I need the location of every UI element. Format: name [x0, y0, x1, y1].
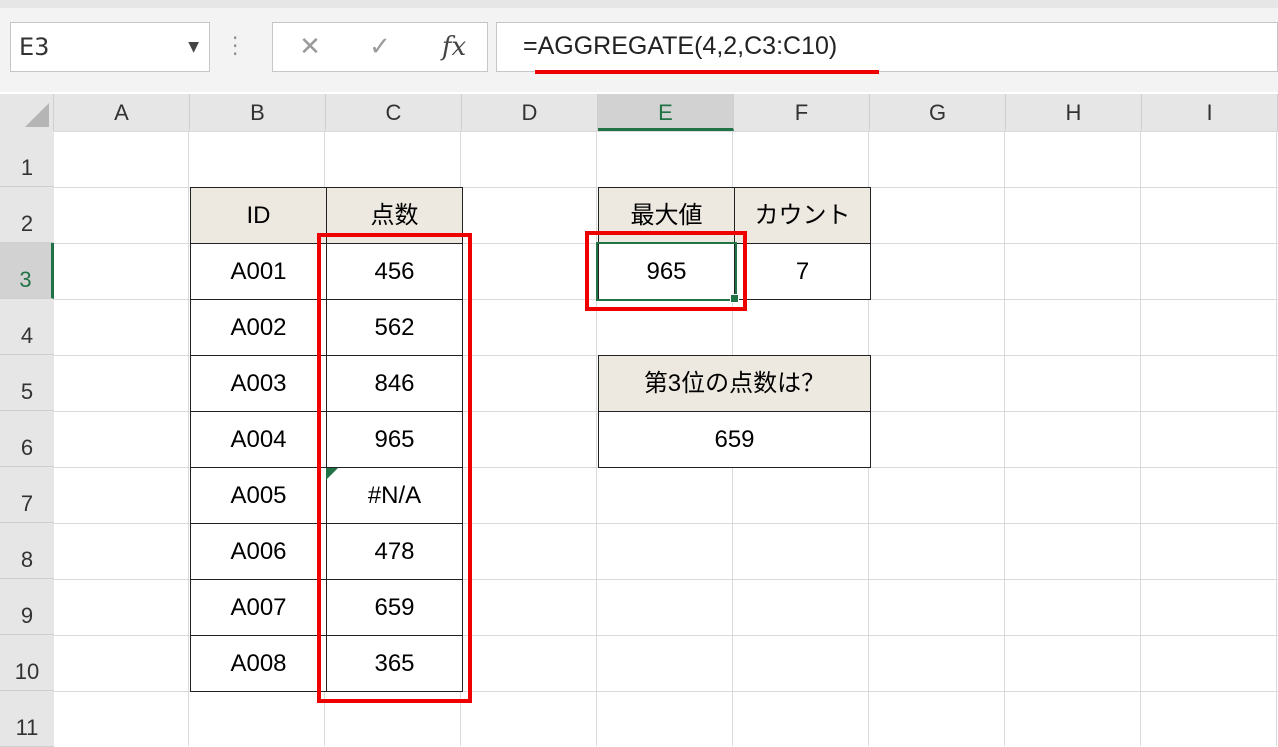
column-header-d[interactable]: D — [462, 94, 598, 131]
row-header-6[interactable]: 6 — [0, 411, 54, 467]
rank3-value-cell[interactable]: 659 — [598, 411, 871, 468]
column-header-a[interactable]: A — [54, 94, 190, 131]
select-all-triangle-icon — [25, 103, 49, 127]
formula-underline-highlight — [535, 70, 879, 74]
fill-handle[interactable] — [730, 294, 739, 303]
scores-highlight-box — [317, 233, 472, 703]
title-strip — [0, 0, 1278, 8]
column-header-h[interactable]: H — [1006, 94, 1142, 131]
id-cell[interactable]: A004 — [190, 411, 327, 468]
formula-input[interactable]: =AGGREGATE(4,2,C3:C10) — [496, 22, 1278, 72]
id-cell[interactable]: A007 — [190, 579, 327, 636]
count-value-cell[interactable]: 7 — [734, 243, 871, 300]
id-cell[interactable]: A001 — [190, 243, 327, 300]
name-box-value: E3 — [19, 33, 50, 61]
rank3-header-cell[interactable]: 第3位の点数は？ — [598, 355, 871, 412]
row-header-8[interactable]: 8 — [0, 523, 54, 579]
insert-function-button[interactable]: fx — [429, 23, 479, 71]
column-header-b[interactable]: B — [190, 94, 326, 131]
select-all-button[interactable] — [0, 94, 54, 131]
row-header-10[interactable]: 10 — [0, 635, 54, 691]
active-cell-selection[interactable] — [596, 242, 737, 301]
row-header-2[interactable]: 2 — [0, 187, 54, 243]
column-header-e[interactable]: E — [598, 94, 734, 131]
row-header-4[interactable]: 4 — [0, 299, 54, 355]
error-indicator-icon[interactable] — [326, 468, 338, 480]
header-id-cell[interactable]: ID — [190, 187, 327, 244]
formula-buttons: ✕ ✓ fx — [272, 22, 488, 72]
more-vertical-icon[interactable]: · · · — [232, 28, 238, 64]
cancel-icon[interactable]: ✕ — [285, 23, 335, 71]
id-cell[interactable]: A006 — [190, 523, 327, 580]
id-cell[interactable]: A008 — [190, 635, 327, 692]
count-header-cell[interactable]: カウント — [734, 187, 871, 244]
row-header-11[interactable]: 11 — [0, 691, 54, 747]
name-box[interactable]: E3 ▼ — [10, 22, 210, 72]
row-header-9[interactable]: 9 — [0, 579, 54, 635]
row-header-5[interactable]: 5 — [0, 355, 54, 411]
row-header-1[interactable]: 1 — [0, 131, 54, 187]
column-header-c[interactable]: C — [326, 94, 462, 131]
enter-icon[interactable]: ✓ — [355, 23, 405, 71]
column-header-f[interactable]: F — [734, 94, 870, 131]
id-cell[interactable]: A005 — [190, 467, 327, 524]
chevron-down-icon[interactable]: ▼ — [188, 23, 199, 71]
column-header-g[interactable]: G — [870, 94, 1006, 131]
id-cell[interactable]: A003 — [190, 355, 327, 412]
column-header-i[interactable]: I — [1142, 94, 1278, 131]
row-header-7[interactable]: 7 — [0, 467, 54, 523]
id-cell[interactable]: A002 — [190, 299, 327, 356]
row-header-3[interactable]: 3 — [0, 243, 54, 299]
